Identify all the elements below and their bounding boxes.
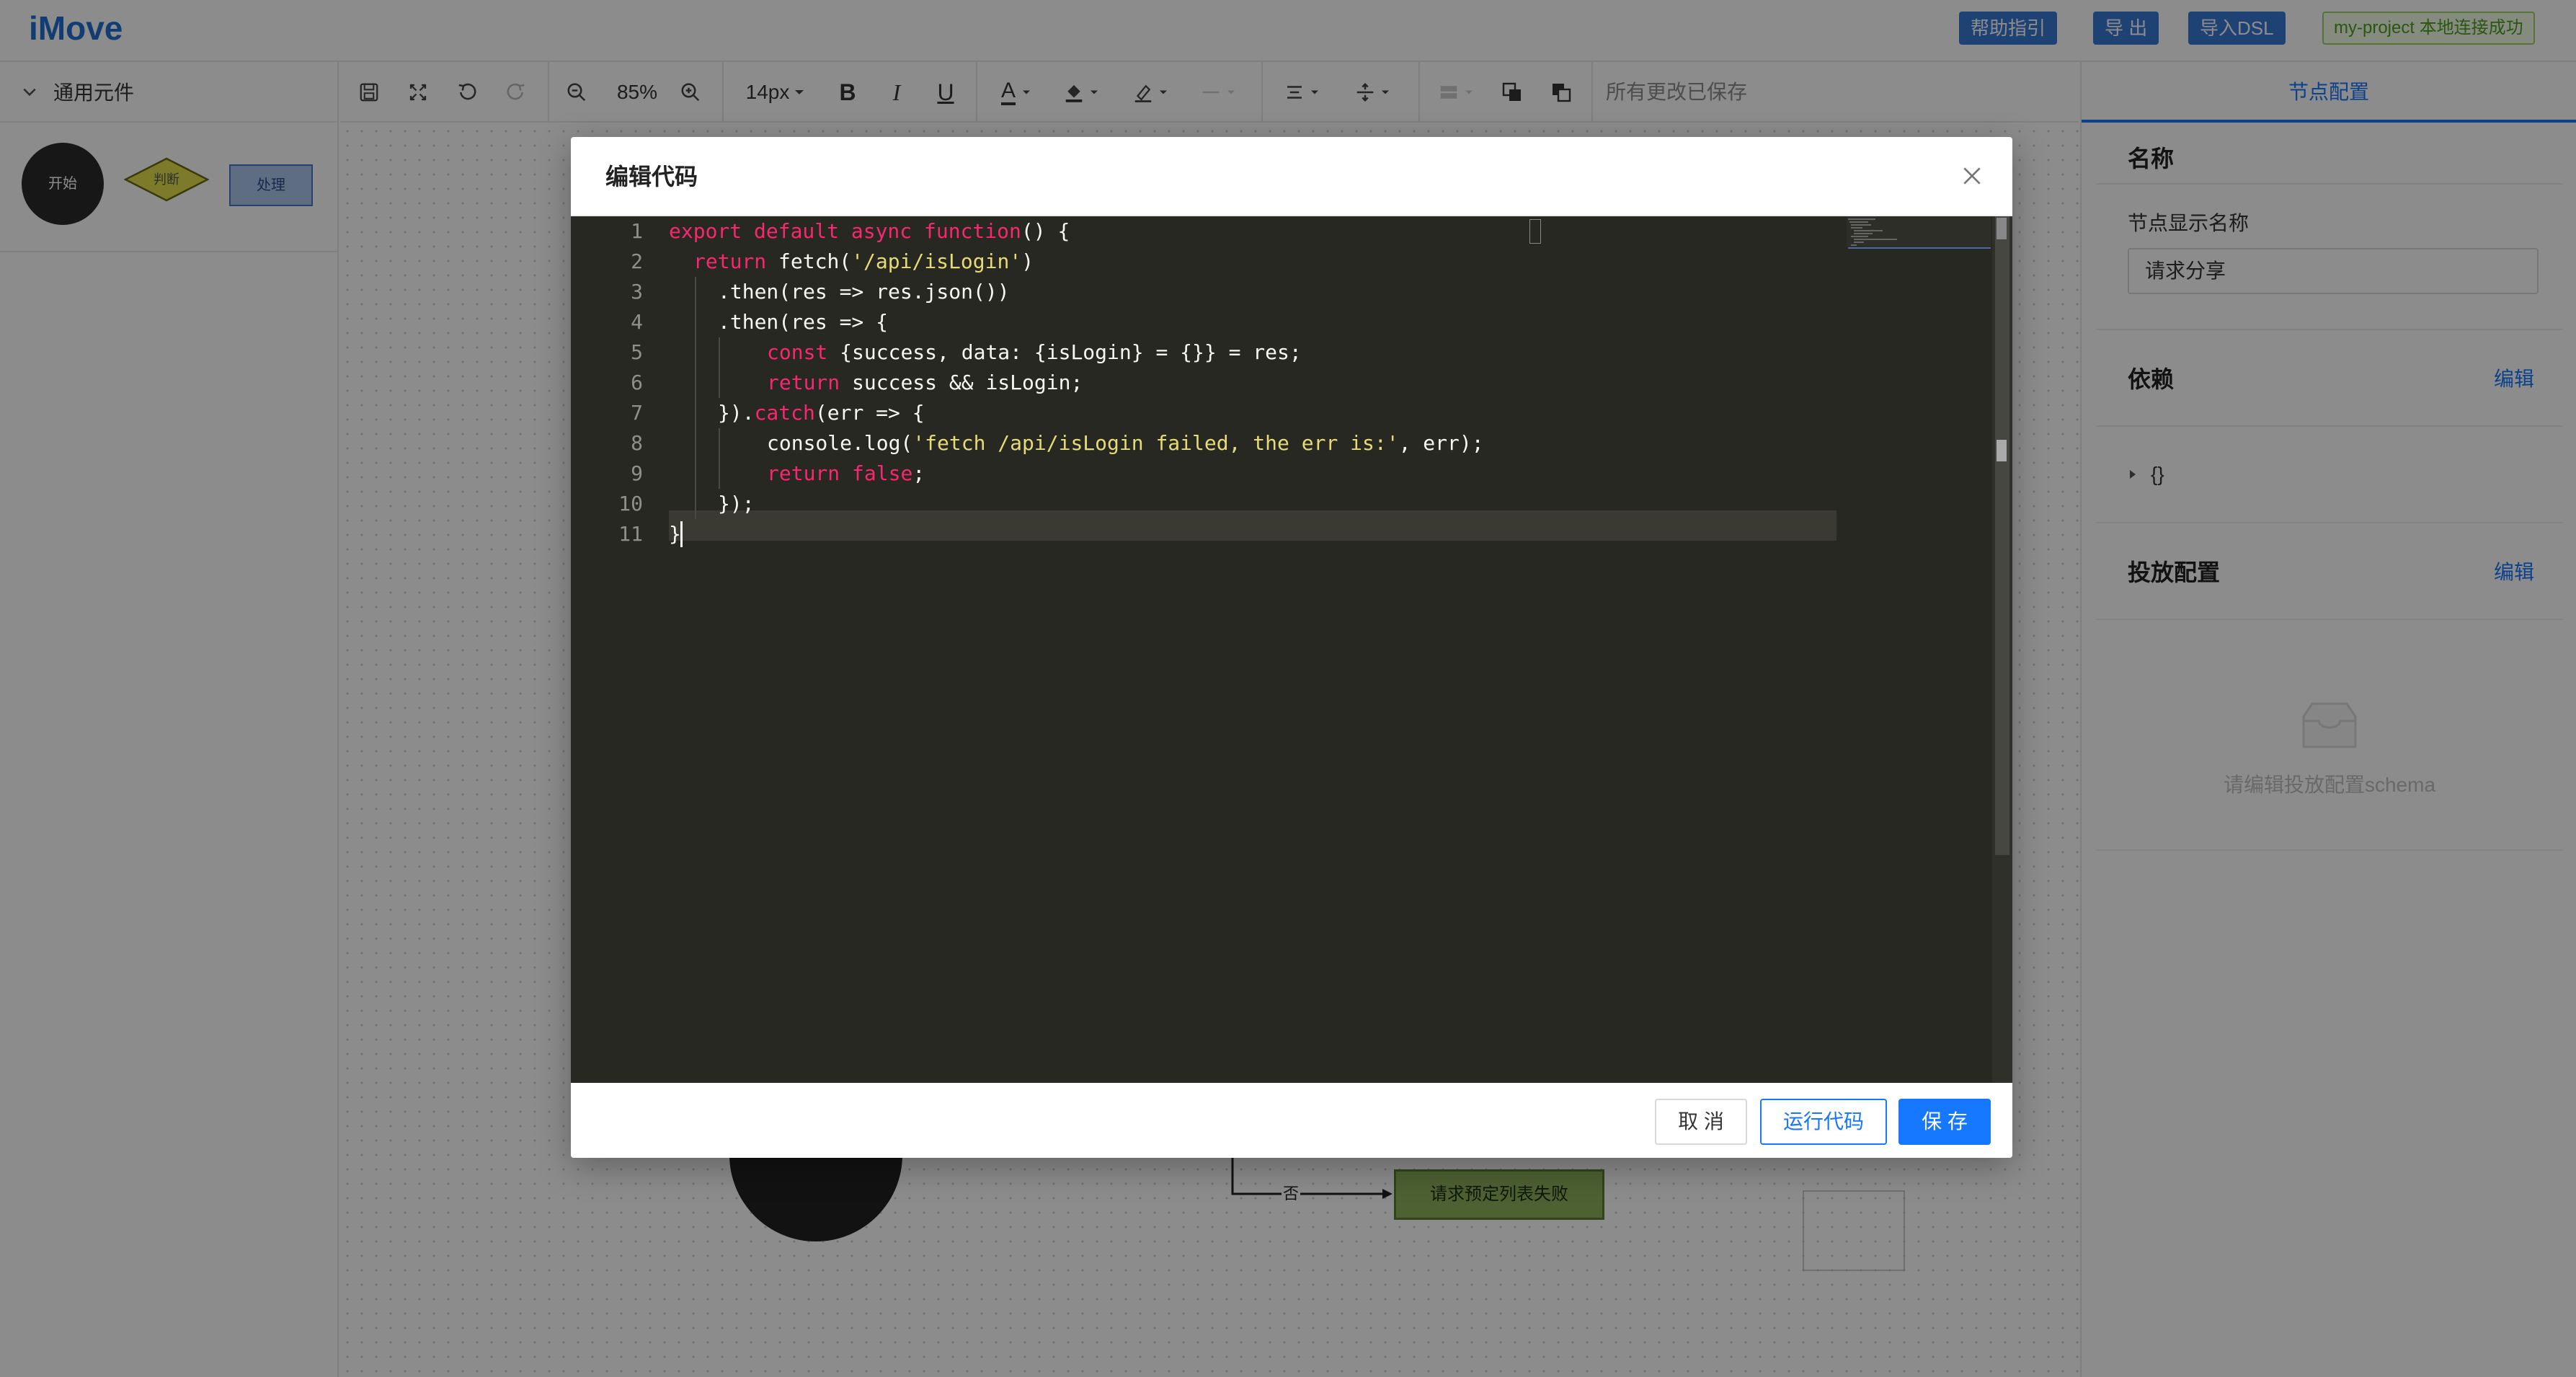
dialog-title: 编辑代码 — [605, 164, 698, 190]
code-line-11: } — [669, 522, 681, 546]
line-number: 10 — [618, 492, 643, 515]
code-line-8: console.log('fetch /api/isLogin failed, … — [767, 431, 1484, 455]
code-line-6: return success && isLogin; — [767, 371, 1083, 394]
save-button[interactable]: 保 存 — [1898, 1099, 1991, 1145]
code-line-5: const {success, data: {isLogin} = {}} = … — [767, 340, 1302, 364]
line-number: 6 — [631, 371, 643, 394]
edit-code-dialog: 编辑代码 1 2 3 4 5 6 7 8 9 10 11 export defa… — [571, 137, 2012, 1158]
line-number-gutter: 1 2 3 4 5 6 7 8 9 10 11 — [571, 216, 643, 1083]
code-line-9: return false; — [767, 461, 925, 485]
code-line-2: return fetch('/api/isLogin') — [693, 249, 1034, 273]
text-cursor — [680, 521, 683, 547]
line-number: 5 — [631, 340, 643, 364]
code-line-4: .then(res => { — [718, 310, 889, 334]
line-number: 2 — [631, 249, 643, 273]
line-number: 9 — [631, 461, 643, 485]
active-line-highlight — [669, 510, 1836, 541]
run-code-button[interactable]: 运行代码 — [1760, 1099, 1887, 1145]
code-minimap[interactable] — [1847, 216, 1991, 260]
code-line-3: .then(res => res.json()) — [718, 280, 1010, 304]
editor-scrollbar[interactable] — [1992, 216, 2012, 1083]
line-number: 11 — [618, 522, 643, 546]
line-number: 7 — [631, 401, 643, 425]
line-number: 1 — [631, 219, 643, 243]
code-line-1: export default async function() { — [669, 219, 1070, 243]
dialog-footer: 取 消 运行代码 保 存 — [571, 1083, 2012, 1158]
code-editor[interactable]: 1 2 3 4 5 6 7 8 9 10 11 export default a… — [571, 216, 2012, 1083]
line-number: 4 — [631, 310, 643, 334]
line-number: 8 — [631, 431, 643, 455]
close-icon[interactable] — [1960, 164, 1984, 187]
bracket-match-marker — [1529, 219, 1541, 244]
code-line-10: }); — [718, 492, 755, 515]
line-number: 3 — [631, 280, 643, 304]
editor-scrollbar-thumb[interactable] — [1995, 216, 2009, 855]
cancel-button[interactable]: 取 消 — [1655, 1099, 1747, 1145]
code-line-7: }).catch(err => { — [718, 401, 925, 425]
dialog-header: 编辑代码 — [571, 137, 2012, 216]
